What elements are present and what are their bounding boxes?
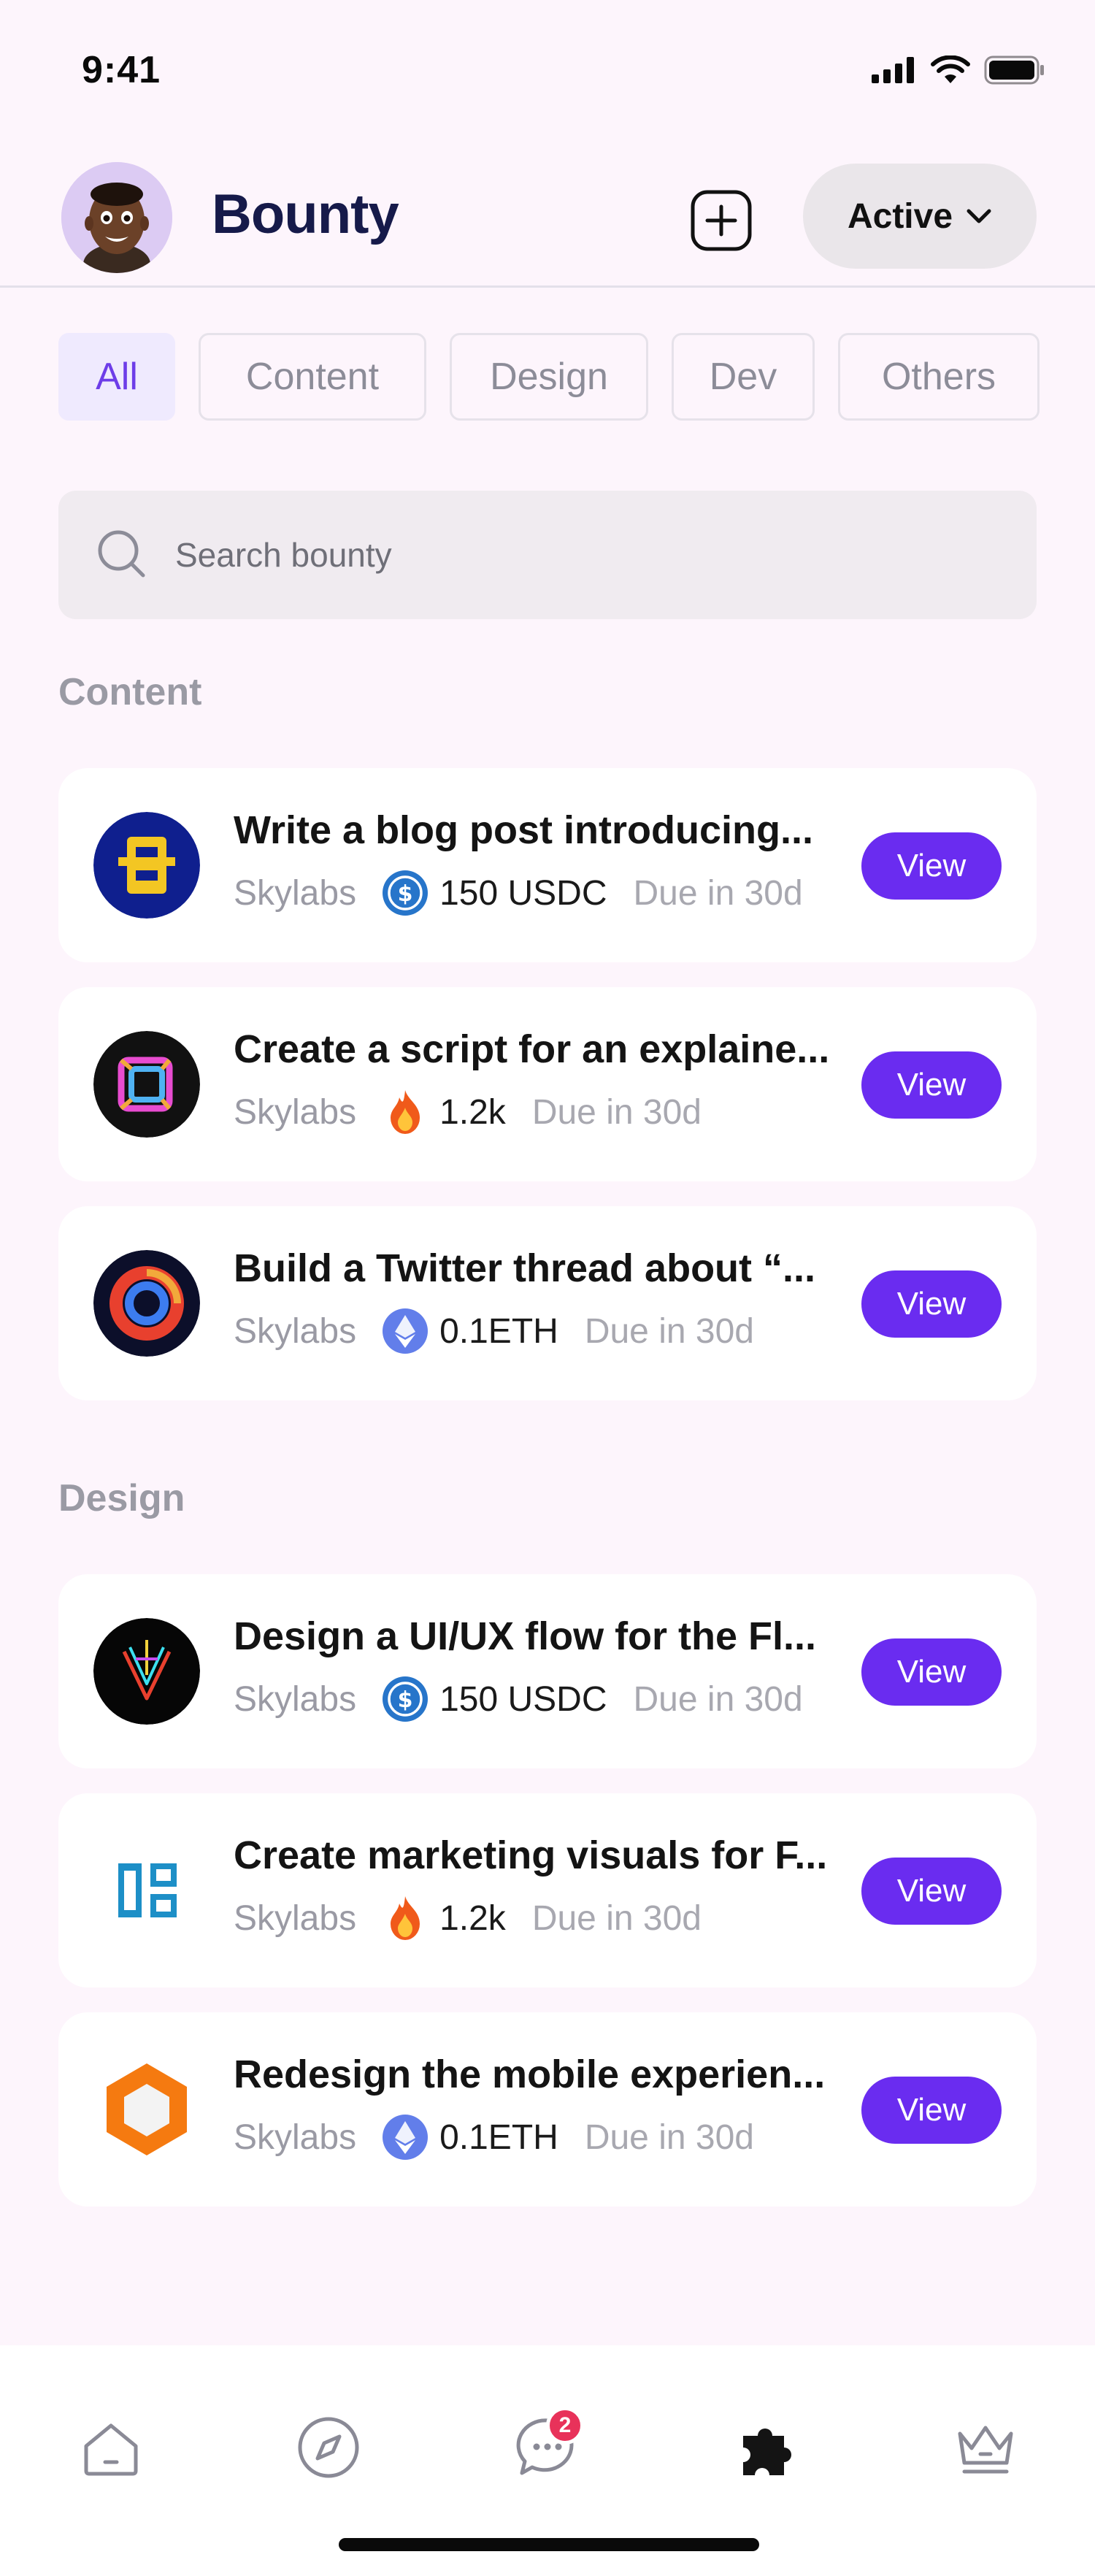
bounty-meta: Skylabs 0.1ETH Due in 30d — [234, 1307, 754, 1355]
bounty-title: Design a UI/UX flow for the Fl... — [234, 1614, 817, 1658]
org-logo — [93, 1031, 200, 1138]
home-icon — [84, 2423, 138, 2476]
bounty-org: Skylabs — [234, 2117, 357, 2157]
nav-bounty[interactable] — [730, 2411, 803, 2484]
filter-chip-content[interactable]: Content — [199, 333, 426, 421]
org-logo — [93, 1837, 200, 1944]
eth-icon — [381, 2113, 429, 2161]
page-title: Bounty — [212, 183, 399, 245]
bounty-title: Create marketing visuals for F... — [234, 1833, 828, 1877]
status-time: 9:41 — [82, 49, 161, 91]
bottom-nav: 2 — [0, 2345, 1095, 2576]
status-filter-label: Active — [847, 196, 953, 236]
bounty-org: Skylabs — [234, 1679, 357, 1719]
bounty-due: Due in 30d — [633, 1679, 803, 1719]
bounty-title: Redesign the mobile experien... — [234, 2052, 826, 2096]
bounty-meta: Skylabs 1.2k Due in 30d — [234, 1088, 702, 1136]
bounty-reward: 1.2k — [439, 1092, 506, 1132]
usdc-icon: $ — [381, 869, 429, 917]
section-title-design: Design — [58, 1477, 185, 1519]
bounty-card[interactable]: Create a script for an explaine... Skyla… — [58, 987, 1037, 1181]
status-filter-dropdown[interactable]: Active — [803, 164, 1037, 269]
bounty-meta: Skylabs $ 150 USDC Due in 30d — [234, 1675, 803, 1723]
crown-icon — [958, 2426, 1013, 2474]
view-button[interactable]: View — [861, 2077, 1002, 2144]
search-bar — [58, 491, 1037, 619]
bounty-title: Write a blog post introducing... — [234, 808, 813, 852]
eth-icon — [381, 1307, 429, 1355]
view-button[interactable]: View — [861, 1270, 1002, 1338]
compass-icon — [298, 2417, 359, 2478]
org-logo — [93, 2056, 200, 2163]
bounty-card[interactable]: Design a UI/UX flow for the Fl... Skylab… — [58, 1574, 1037, 1768]
status-icons — [872, 55, 1045, 85]
home-indicator[interactable] — [339, 2538, 759, 2551]
bounty-due: Due in 30d — [584, 1311, 754, 1351]
header: Bounty Active — [0, 153, 1095, 288]
status-bar: 9:41 — [0, 0, 1095, 146]
filter-chip-others[interactable]: Others — [838, 333, 1040, 421]
bounty-org: Skylabs — [234, 1092, 357, 1132]
search-input[interactable] — [175, 535, 978, 575]
fire-icon — [381, 1088, 429, 1136]
bounty-due: Due in 30d — [584, 2117, 754, 2157]
bounty-due: Due in 30d — [531, 1898, 702, 1938]
bounty-reward: 1.2k — [439, 1898, 506, 1938]
wifi-icon — [931, 55, 970, 83]
view-button[interactable]: View — [861, 1858, 1002, 1925]
view-button[interactable]: View — [861, 832, 1002, 900]
org-logo — [93, 812, 200, 919]
avatar-image — [61, 162, 172, 273]
nav-messages[interactable]: 2 — [511, 2407, 584, 2484]
view-button[interactable]: View — [861, 1638, 1002, 1706]
nav-rewards[interactable] — [949, 2411, 1022, 2484]
bounty-meta: Skylabs 0.1ETH Due in 30d — [234, 2113, 754, 2161]
view-button[interactable]: View — [861, 1051, 1002, 1119]
avatar[interactable] — [61, 162, 172, 273]
battery-icon — [984, 55, 1044, 85]
puzzle-icon — [743, 2429, 791, 2475]
bounty-meta: Skylabs $ 150 USDC Due in 30d — [234, 869, 803, 917]
org-logo — [93, 1250, 200, 1357]
fire-icon — [381, 1894, 429, 1942]
usdc-icon: $ — [381, 1675, 429, 1723]
chevron-down-icon — [967, 209, 991, 223]
filter-chip-all[interactable]: All — [58, 333, 175, 421]
nav-home[interactable] — [74, 2411, 147, 2484]
bounty-org: Skylabs — [234, 1898, 357, 1938]
bounty-title: Build a Twitter thread about “... — [234, 1246, 816, 1290]
bounty-reward: 0.1ETH — [439, 1311, 558, 1351]
bounty-card[interactable]: Build a Twitter thread about “... Skylab… — [58, 1206, 1037, 1400]
section-title-content: Content — [58, 671, 202, 713]
bounty-meta: Skylabs 1.2k Due in 30d — [234, 1894, 702, 1942]
bounty-due: Due in 30d — [633, 873, 803, 913]
add-bounty-button[interactable] — [686, 185, 756, 256]
svg-text:$: $ — [398, 1687, 413, 1713]
bounty-org: Skylabs — [234, 873, 357, 913]
bounty-card[interactable]: Write a blog post introducing... Skylabs… — [58, 768, 1037, 962]
category-filters: All Content Design Dev Others — [58, 333, 1040, 421]
bounty-reward: 150 USDC — [439, 1679, 607, 1719]
bounty-due: Due in 30d — [531, 1092, 702, 1132]
search-icon — [93, 526, 152, 584]
bounty-title: Create a script for an explaine... — [234, 1027, 830, 1071]
org-logo — [93, 1618, 200, 1725]
bounty-reward: 0.1ETH — [439, 2117, 558, 2157]
nav-explore[interactable] — [292, 2411, 365, 2484]
unread-badge: 2 — [546, 2407, 584, 2445]
bounty-org: Skylabs — [234, 1311, 357, 1351]
bounty-card[interactable]: Create marketing visuals for F... Skylab… — [58, 1793, 1037, 1987]
filter-chip-dev[interactable]: Dev — [672, 333, 815, 421]
plus-square-icon — [691, 190, 752, 251]
signal-icon — [872, 57, 914, 83]
bounty-reward: 150 USDC — [439, 873, 607, 913]
svg-text:$: $ — [398, 881, 413, 907]
bounty-card[interactable]: Redesign the mobile experien... Skylabs … — [58, 2012, 1037, 2207]
filter-chip-design[interactable]: Design — [450, 333, 648, 421]
